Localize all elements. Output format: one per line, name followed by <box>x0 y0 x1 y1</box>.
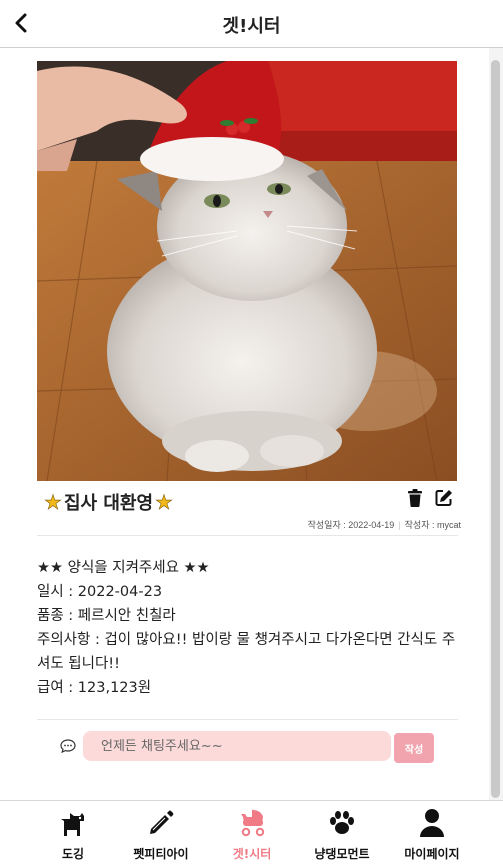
nav-item-mypage[interactable]: 마이페이지 <box>397 801 467 865</box>
nav-label: 마이페이지 <box>404 847 460 861</box>
nav-item-dogging[interactable]: 도깅 <box>48 801 98 865</box>
nav-item-petpti[interactable]: 펫피티아이 <box>126 801 196 865</box>
star-icon: ★ <box>155 490 174 515</box>
delete-button[interactable] <box>407 489 425 507</box>
edit-icon <box>435 490 452 506</box>
body-line: 품종 : 페르시안 친칠라 <box>37 608 176 624</box>
nav-item-getsitter[interactable]: 겟!시터 <box>225 801 279 865</box>
post-photo <box>37 61 457 481</box>
body-line: 급여 : 123,123원 <box>37 680 152 696</box>
post-date: 작성일자 : 2022-04-19 <box>307 520 395 530</box>
nav-label: 냥댕모먼트 <box>314 847 370 861</box>
body-line: 일시 : 2022-04-23 <box>37 584 163 600</box>
body-line: ★★ 양식을 지켜주세요 ★★ <box>37 560 210 576</box>
post-title-text: 집사 대환영 <box>63 493 154 514</box>
scrollbar-thumb[interactable] <box>491 60 500 798</box>
app-header: 겟!시터 <box>0 0 503 48</box>
nav-label: 도깅 <box>61 847 85 861</box>
divider <box>37 535 458 536</box>
divider <box>37 719 458 720</box>
page-title: 겟!시터 <box>222 16 281 37</box>
post-meta: 작성일자 : 2022-04-19 | 작성자 : mycat <box>308 518 461 531</box>
star-icon: ★ <box>44 490 63 515</box>
edit-button[interactable] <box>435 489 453 507</box>
nav-item-moment[interactable]: 냥댕모먼트 <box>307 801 377 865</box>
post-title: ★ 집사 대환영 ★ <box>44 489 174 515</box>
paw-icon <box>326 807 358 839</box>
pencil-icon <box>145 807 177 839</box>
trash-icon <box>408 489 422 507</box>
post-actions <box>407 489 453 507</box>
chat-submit-button[interactable]: 작성 <box>394 733 434 763</box>
post-detail[interactable]: ★ 집사 대환영 ★ 작성일자 : 2022-04-19 | 작성자 : mycat… <box>0 48 503 800</box>
comment-icon <box>60 739 76 754</box>
bottom-nav: 도깅 펫피티아이 겟!시터 냥댕모먼트 마이페이지 <box>0 800 503 865</box>
scrollbar[interactable] <box>489 48 503 800</box>
post-author: 작성자 : mycat <box>404 520 461 530</box>
user-icon <box>416 807 448 839</box>
post-body: ★★ 양식을 지켜주세요 ★★ 일시 : 2022-04-23 품종 : 페르시… <box>37 556 467 700</box>
nav-label: 펫피티아이 <box>133 847 189 861</box>
dog-icon <box>57 807 89 839</box>
body-line: 주의사항 : 겁이 많아요!! 밥이랑 물 챙겨주시고 다가온다면 간식도 주셔… <box>37 632 456 672</box>
baby-carriage-icon <box>236 807 268 839</box>
meta-divider: | <box>398 520 401 530</box>
nav-label: 겟!시터 <box>232 847 272 861</box>
chat-input[interactable] <box>83 731 391 761</box>
